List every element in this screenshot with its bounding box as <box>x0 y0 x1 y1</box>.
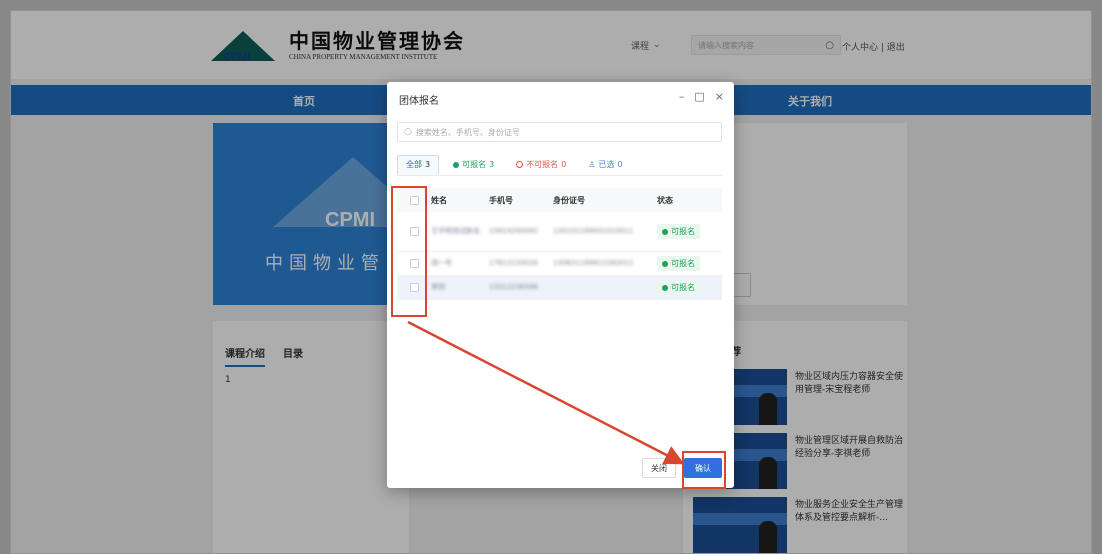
search-icon: ○ <box>404 127 412 137</box>
filter-all-label: 全部 <box>406 160 422 169</box>
filter-ineligible-label: 不可报名 <box>526 160 559 169</box>
filter-ineligible-count: 0 <box>561 160 567 169</box>
maximize-icon[interactable]: □ <box>694 90 704 103</box>
status-badge: 可报名 <box>657 256 700 271</box>
user-icon: ♙ <box>588 160 596 169</box>
status-badge: 可报名 <box>657 280 700 295</box>
member-phone: 13312236566 <box>489 283 538 291</box>
member-search-input[interactable] <box>415 127 696 137</box>
member-id: 130621199812282012 <box>553 259 634 267</box>
group-signup-dialog: 团体报名 – □ × ○ 全部 3 可报名 3 不可报名 0 ♙ 已选 0 <box>387 82 734 488</box>
filter-eligible-count: 3 <box>489 160 495 169</box>
table-header: 姓名 手机号 身份证号 状态 <box>397 188 722 212</box>
status-filter-tabs: 全部 3 可报名 3 不可报名 0 ♙ 已选 0 <box>397 154 722 176</box>
member-name: 王华明测试新名 <box>431 227 480 235</box>
member-name: 测一号 <box>431 259 452 267</box>
filter-selected-label: 已选 <box>598 160 615 169</box>
filter-all[interactable]: 全部 3 <box>397 154 440 175</box>
col-phone: 手机号 <box>489 195 513 205</box>
filter-ineligible[interactable]: 不可报名 0 <box>508 155 574 175</box>
col-status: 状态 <box>657 195 673 205</box>
check-circle-icon <box>662 260 668 267</box>
filter-selected-count: 0 <box>617 160 623 169</box>
col-name: 姓名 <box>431 195 447 205</box>
annotation-box-checkboxes <box>391 186 427 317</box>
filter-eligible-label: 可报名 <box>462 160 487 169</box>
table-row[interactable]: 测一号 17812220020 130621199812282012 可报名 <box>397 252 722 276</box>
minimize-icon[interactable]: – <box>679 90 685 103</box>
table-row[interactable]: 王华明测试新名 15814200082 120101199001010011 可… <box>397 212 722 252</box>
filter-eligible[interactable]: 可报名 3 <box>445 155 502 175</box>
warning-circle-icon <box>516 161 524 168</box>
dialog-title: 团体报名 <box>399 96 439 107</box>
annotation-box-confirm <box>682 451 726 489</box>
member-phone: 15814200082 <box>489 227 538 235</box>
close-icon[interactable]: × <box>715 90 724 103</box>
filter-selected[interactable]: ♙ 已选 0 <box>580 155 630 175</box>
member-phone: 17812220020 <box>489 259 538 267</box>
window-controls: – □ × <box>679 90 724 103</box>
member-name: 李四 <box>431 283 445 291</box>
check-circle-icon <box>453 161 460 168</box>
col-id: 身份证号 <box>553 195 585 205</box>
member-table: 姓名 手机号 身份证号 状态 王华明测试新名 15814200082 12010… <box>397 188 722 300</box>
table-row[interactable]: 李四 13312236566 可报名 <box>397 276 722 300</box>
member-search: ○ <box>397 122 722 142</box>
check-circle-icon <box>662 228 668 235</box>
member-id: 120101199001010011 <box>553 227 634 235</box>
filter-all-count: 3 <box>425 160 431 169</box>
close-button[interactable]: 关闭 <box>642 458 676 478</box>
status-badge: 可报名 <box>657 224 700 239</box>
check-circle-icon <box>662 284 668 291</box>
